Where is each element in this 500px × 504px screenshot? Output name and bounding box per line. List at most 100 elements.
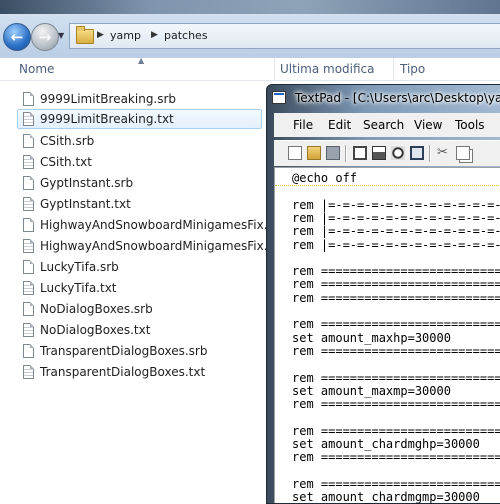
file-icon — [23, 134, 34, 148]
toolbar-separator — [345, 145, 347, 162]
window-title: TextPad - [C:\Users\arc\Desktop\yamp — [295, 91, 500, 105]
code-line: set amount_chardmgmp=30000 — [292, 490, 480, 504]
code-line: set amount_maxmp=30000 — [292, 383, 451, 398]
file-item[interactable]: HighwayAndSnowboardMinigamesFix.srb — [17, 215, 287, 235]
code-line: rem ============================ — [292, 290, 500, 305]
code-line: rem |=-=-=-=-=-=-=-=-=-=-=-=-=-= — [292, 197, 500, 212]
forward-button[interactable]: → — [31, 23, 59, 51]
menu-search[interactable]: Search — [363, 118, 404, 132]
code-line: rem ============================ — [292, 450, 500, 465]
breadcrumb-item[interactable]: patches — [164, 29, 208, 42]
code-line: rem |=-=-=-=-=-=-=-=-=-=-=-=-=-= — [292, 224, 500, 239]
file-name: HighwayAndSnowboardMinigamesFix.srb — [40, 218, 287, 232]
file-name: 9999LimitBreaking.txt — [40, 112, 174, 126]
column-divider[interactable] — [393, 58, 394, 80]
code-line: rem |=-=-=-=-=-=-=-=-=-=-=-=-=-= — [292, 237, 500, 252]
save-icon[interactable] — [326, 146, 340, 160]
file-item[interactable]: GyptInstant.srb — [17, 173, 134, 193]
text-file-icon — [23, 197, 34, 211]
file-item[interactable]: LuckyTifa.txt — [17, 278, 118, 298]
file-name: CSith.txt — [40, 155, 92, 169]
text-file-icon — [23, 155, 34, 169]
file-name: NoDialogBoxes.srb — [40, 302, 153, 316]
file-name: LuckyTifa.srb — [40, 260, 119, 274]
column-header-name[interactable]: Nome — [19, 62, 54, 76]
text-file-icon — [23, 323, 34, 337]
code-line: set amount_maxhp=30000 — [292, 330, 451, 345]
arrow-left-icon: ← — [10, 28, 24, 46]
back-button[interactable]: ← — [3, 23, 31, 51]
copy-icon[interactable] — [456, 146, 470, 160]
file-item-selected[interactable]: 9999LimitBreaking.txt — [17, 109, 262, 129]
code-line: rem ============================ — [292, 343, 500, 358]
address-bar[interactable]: ▶ yamp ▶ patches — [69, 23, 500, 49]
text-file-icon — [23, 281, 34, 295]
open-folder-icon[interactable] — [307, 146, 321, 160]
file-name: GyptInstant.txt — [40, 197, 131, 211]
column-header-type[interactable]: Tipo — [400, 62, 425, 76]
sort-up-icon: ▲ — [138, 56, 145, 65]
menu-tools[interactable]: Tools — [455, 118, 485, 132]
file-item[interactable]: TransparentDialogBoxes.srb — [17, 341, 208, 361]
code-line: rem ============================ — [292, 370, 500, 385]
file-icon — [23, 218, 34, 232]
code-line: rem ============================ — [292, 476, 500, 491]
code-line: rem ============================ — [292, 397, 500, 412]
file-item[interactable]: 9999LimitBreaking.srb — [17, 89, 177, 109]
code-line: rem |=-=-=-=-=-=-=-=-=-=-=-=-=-= — [292, 210, 500, 225]
menu-bar: File Edit Search View Tools — [274, 113, 500, 137]
code-line: rem ============================ — [292, 277, 500, 292]
file-name: CSith.srb — [40, 134, 95, 148]
text-file-icon — [23, 365, 34, 379]
file-name: NoDialogBoxes.txt — [40, 323, 151, 337]
recent-pages-dropdown[interactable]: ▼ — [58, 31, 64, 40]
text-file-icon — [23, 239, 34, 253]
file-item[interactable]: CSith.txt — [17, 152, 93, 172]
column-divider[interactable] — [274, 58, 275, 80]
new-file-icon[interactable] — [288, 146, 302, 160]
code-line: @echo off — [292, 171, 358, 185]
file-icon — [23, 92, 34, 106]
file-icon — [23, 260, 34, 274]
menu-view[interactable]: View — [414, 118, 442, 132]
textpad-title-bar[interactable]: TextPad - [C:\Users\arc\Desktop\yamp — [267, 85, 500, 111]
document-properties-icon[interactable] — [410, 146, 424, 160]
file-item[interactable]: CSith.srb — [17, 131, 95, 151]
file-name: TransparentDialogBoxes.txt — [40, 365, 206, 379]
file-item[interactable]: LuckyTifa.srb — [17, 257, 120, 277]
print-icon[interactable] — [372, 146, 386, 160]
file-name: LuckyTifa.txt — [40, 281, 117, 295]
cut-icon[interactable]: ✂ — [437, 146, 451, 160]
arrow-right-icon: → — [38, 28, 52, 46]
textpad-window: TextPad - [C:\Users\arc\Desktop\yamp Fil… — [266, 84, 500, 504]
breadcrumb-item[interactable]: yamp — [110, 29, 141, 42]
textpad-app-icon[interactable] — [272, 91, 286, 104]
file-icon — [23, 344, 34, 358]
file-icon — [23, 302, 34, 316]
code-line: rem ============================ — [292, 264, 500, 279]
print-preview-icon[interactable] — [391, 146, 405, 160]
save-all-icon[interactable] — [353, 146, 367, 160]
toolbar: ✂ — [274, 140, 500, 166]
file-name: GyptInstant.srb — [40, 176, 134, 190]
chevron-right-icon[interactable]: ▶ — [97, 30, 104, 40]
chevron-right-icon[interactable]: ▶ — [151, 30, 158, 40]
menu-file[interactable]: File — [293, 118, 313, 132]
folder-icon — [76, 26, 94, 44]
file-name: TransparentDialogBoxes.srb — [40, 344, 208, 358]
text-editor[interactable]: @echo off rem |=-=-=-=-=-=-=-=-=-=-=-=-=-… — [274, 167, 500, 504]
column-header-modified[interactable]: Ultima modifica — [280, 62, 375, 76]
explorer-nav-bar: ← → ▼ ▶ yamp ▶ patches — [0, 0, 500, 58]
code-line: rem ============================ — [292, 423, 500, 438]
file-name: 9999LimitBreaking.srb — [40, 92, 177, 106]
file-item[interactable]: NoDialogBoxes.txt — [17, 320, 151, 340]
file-item[interactable]: NoDialogBoxes.srb — [17, 299, 154, 319]
file-item[interactable]: GyptInstant.txt — [17, 194, 132, 214]
code-line: rem ============================ — [292, 317, 500, 332]
file-icon — [23, 176, 34, 190]
code-line: set amount_chardmghp=30000 — [292, 437, 480, 451]
column-header-row: Nome ▲ Ultima modifica Tipo — [0, 56, 500, 81]
menu-edit[interactable]: Edit — [328, 118, 351, 132]
file-item[interactable]: HighwayAndSnowboardMinigamesFix.txt — [17, 236, 285, 256]
file-item[interactable]: TransparentDialogBoxes.txt — [17, 362, 206, 382]
